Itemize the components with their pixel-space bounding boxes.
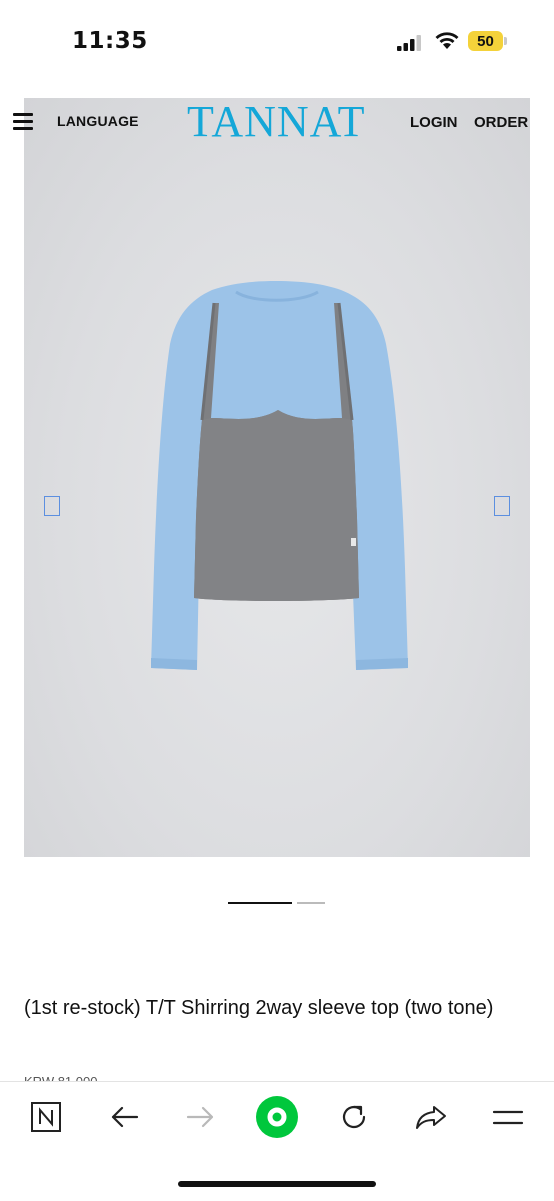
battery-indicator: 50 (468, 31, 508, 51)
battery-cap (504, 37, 507, 45)
slide-indicator[interactable] (297, 902, 325, 904)
reload-icon[interactable] (336, 1099, 372, 1135)
status-bar: 11:35 50 (0, 0, 554, 80)
carousel-prev-button[interactable] (44, 496, 60, 516)
hamburger-menu-icon[interactable] (13, 113, 33, 130)
login-link[interactable]: LOGIN (410, 114, 458, 131)
naver-n-icon[interactable] (28, 1099, 64, 1135)
battery-level: 50 (468, 31, 503, 51)
wifi-icon (435, 32, 459, 49)
status-time: 11:35 (72, 28, 148, 54)
carousel-next-button[interactable] (494, 496, 510, 516)
language-link[interactable]: LANGUAGE (57, 113, 139, 129)
product-photo-shirt (151, 281, 408, 670)
forward-arrow-icon[interactable] (183, 1099, 219, 1135)
green-home-icon[interactable] (255, 1095, 299, 1139)
product-title: (1st re-stock) T/T Shirring 2way sleeve … (24, 997, 494, 1019)
slide-indicator-active[interactable] (228, 902, 292, 904)
site-logo[interactable]: TANNAT (187, 98, 365, 146)
share-icon[interactable] (413, 1099, 449, 1135)
back-arrow-icon[interactable] (106, 1099, 142, 1135)
product-image[interactable] (24, 98, 530, 857)
cellular-signal-icon (397, 35, 421, 51)
home-indicator[interactable] (178, 1181, 376, 1187)
order-link[interactable]: ORDER (474, 114, 528, 131)
menu-icon[interactable] (490, 1099, 526, 1135)
